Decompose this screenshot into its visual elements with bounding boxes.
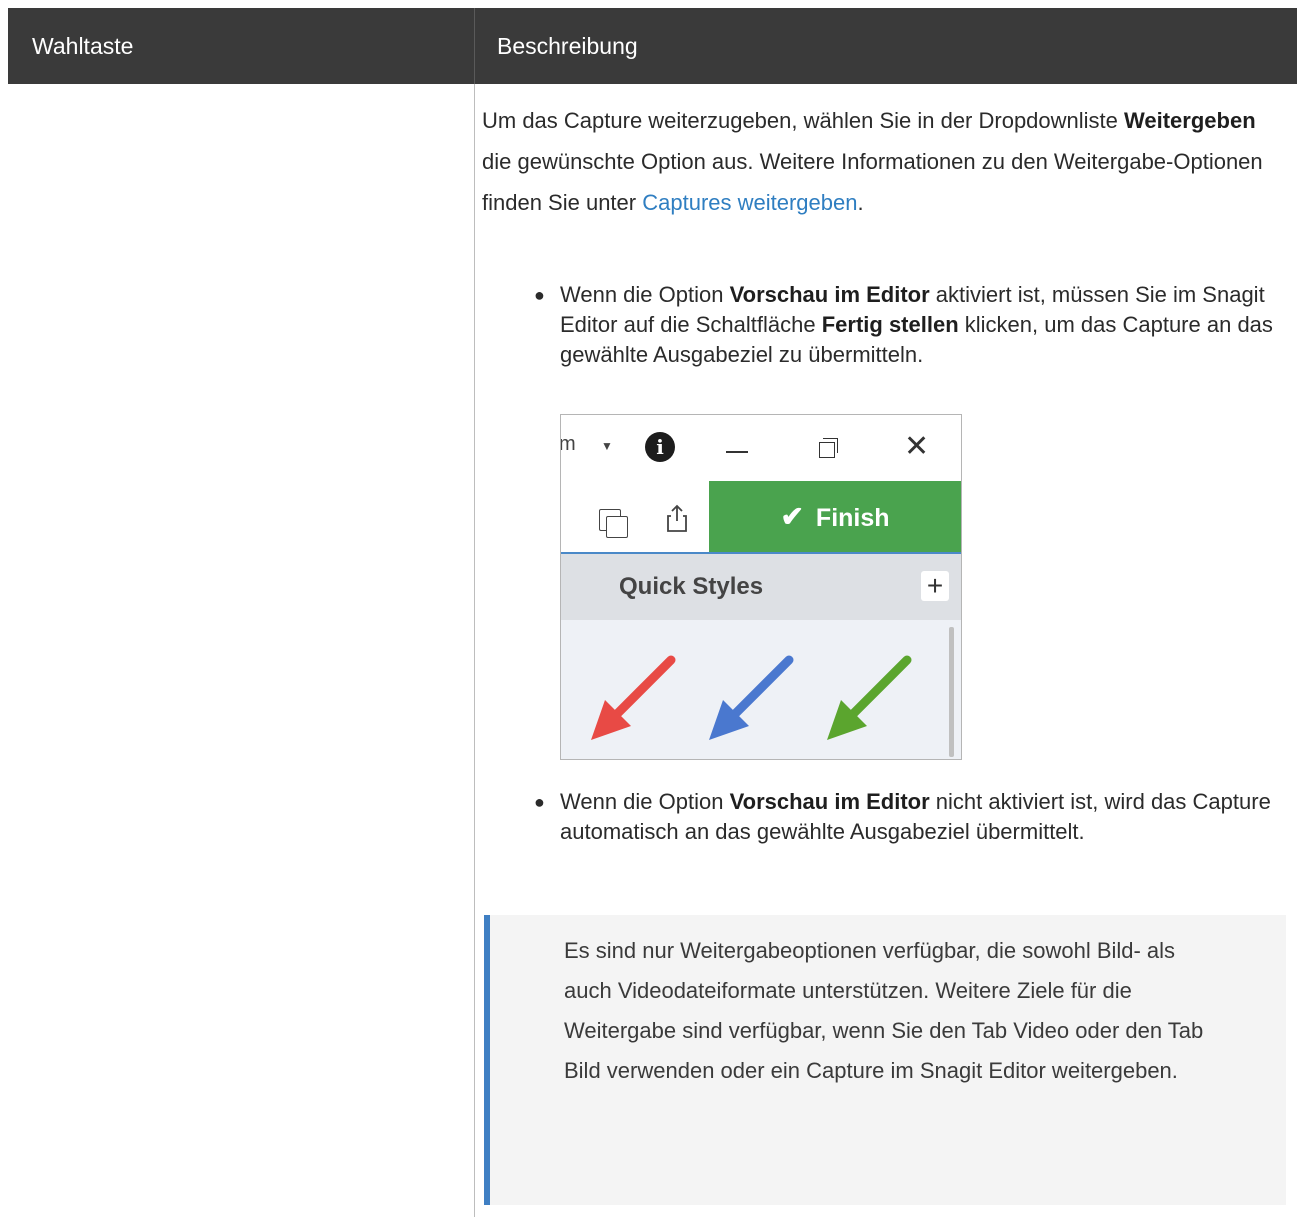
bullet2-text-1: Wenn die Option <box>560 789 730 814</box>
arrow-styles <box>591 655 912 740</box>
dropdown-caret-icon: ▼ <box>601 439 613 453</box>
checkmark-icon: ✔ <box>780 501 804 532</box>
header-wahltaste: Wahltaste <box>32 33 134 59</box>
red-arrow-icon <box>591 655 676 740</box>
captures-weitergeben-link[interactable]: Captures weitergeben <box>642 190 857 215</box>
blue-arrow-icon <box>709 655 794 740</box>
list-item: ● Wenn die Option Vorschau im Editor nich… <box>482 787 1282 847</box>
minimize-icon <box>726 451 748 453</box>
restore-icon <box>819 442 835 458</box>
bullet1-text-1: Wenn die Option <box>560 282 730 307</box>
header-beschreibung: Beschreibung <box>497 33 638 59</box>
scrollbar <box>949 627 954 757</box>
close-icon: ✕ <box>904 430 930 463</box>
add-style-icon: + <box>921 571 949 601</box>
bullet2-bold-vorschau: Vorschau im Editor <box>729 789 930 814</box>
bullet1-bold-fertig: Fertig stellen <box>821 312 959 337</box>
list-item: ● Wenn die Option Vorschau im Editor akti… <box>482 280 1282 370</box>
intro-paragraph: Um das Capture weiterzugeben, wählen Sie… <box>482 100 1282 223</box>
copy-icon <box>606 516 628 538</box>
note-text: Es sind nur Weitergabeoptionen verfügbar… <box>564 938 1204 1083</box>
finish-label: Finish <box>815 504 890 532</box>
intro-text-3: . <box>857 190 864 215</box>
bullet1-bold-vorschau: Vorschau im Editor <box>729 282 930 307</box>
share-icon <box>667 504 687 532</box>
quick-styles-title: Quick Styles <box>619 573 764 600</box>
green-arrow-icon <box>827 655 912 740</box>
intro-text-2: die gewünschte Option aus. Weitere Infor… <box>482 149 1263 215</box>
bullet-list-1: ● Wenn die Option Vorschau im Editor akti… <box>482 280 1282 370</box>
bullet-dot: ● <box>534 792 545 812</box>
title-bar <box>561 415 961 481</box>
bullet-list-2: ● Wenn die Option Vorschau im Editor nich… <box>482 787 1282 847</box>
note-box: Es sind nur Weitergabeoptionen verfügbar… <box>484 915 1286 1205</box>
snagit-editor-screenshot: m ▼ i ✕ ✔ Finish Quick Styles + <box>560 414 962 760</box>
header-divider <box>474 8 475 84</box>
info-icon: i <box>645 432 675 462</box>
intro-text-1: Um das Capture weiterzugeben, wählen Sie… <box>482 108 1125 133</box>
finish-button: ✔ Finish <box>709 481 961 553</box>
column-divider <box>474 84 475 1217</box>
intro-bold-weitergeben: Weitergeben <box>1124 108 1256 133</box>
truncated-menu-label: m <box>560 433 576 455</box>
table-header: Wahltaste Beschreibung <box>8 8 1297 84</box>
bullet-dot: ● <box>534 285 545 305</box>
